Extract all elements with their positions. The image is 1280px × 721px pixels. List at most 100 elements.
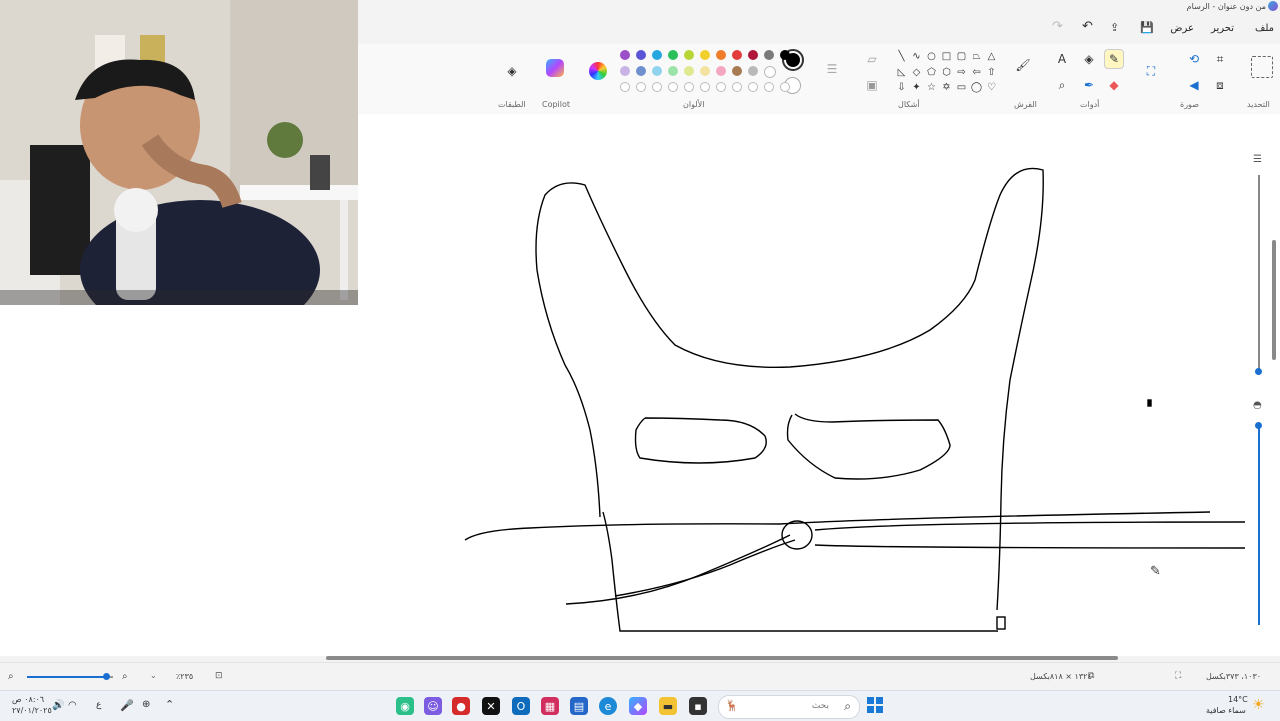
- color-swatch[interactable]: [700, 66, 710, 76]
- layers-icon[interactable]: ◈: [503, 62, 521, 80]
- brush-size-handle[interactable]: [1255, 368, 1262, 375]
- flip-icon[interactable]: ◀: [1185, 76, 1203, 94]
- diamond-shape-icon[interactable]: ◇: [910, 66, 923, 79]
- right-triangle-shape-icon[interactable]: ◺: [895, 66, 908, 79]
- vertical-scrollbar[interactable]: [1272, 240, 1276, 360]
- selection-tool-icon[interactable]: [1251, 56, 1273, 78]
- weather-sun-icon[interactable]: ☀: [1252, 697, 1265, 713]
- color-swatch[interactable]: [620, 50, 630, 60]
- color-swatch[interactable]: [652, 66, 662, 76]
- color-swatch[interactable]: [636, 50, 646, 60]
- color-swatch[interactable]: [732, 66, 742, 76]
- menu-view[interactable]: عرض: [1170, 23, 1194, 34]
- color-swatch[interactable]: [748, 50, 758, 60]
- custom-color-slot[interactable]: [700, 82, 710, 92]
- taskbar-app-edge-icon[interactable]: e: [599, 697, 617, 715]
- color-swatch[interactable]: [716, 66, 726, 76]
- rounded-rect-shape-icon[interactable]: ▢: [955, 50, 968, 63]
- down-arrow-shape-icon[interactable]: ⇩: [895, 81, 908, 94]
- magnifier-icon[interactable]: ⌕: [1053, 76, 1071, 94]
- custom-color-slot[interactable]: [684, 82, 694, 92]
- left-arrow-shape-icon[interactable]: ⇦: [970, 66, 983, 79]
- eraser-icon[interactable]: ◆: [1105, 76, 1123, 94]
- color-swatch[interactable]: [716, 50, 726, 60]
- crop-icon[interactable]: ⌗: [1211, 50, 1229, 68]
- opacity-track[interactable]: [1258, 425, 1260, 625]
- taskbar-app-copilot-icon[interactable]: ◆: [629, 697, 647, 715]
- color-swatch[interactable]: [700, 50, 710, 60]
- color-swatch[interactable]: [668, 66, 678, 76]
- network-tray-icon[interactable]: ⊕: [142, 699, 150, 710]
- panel-toggle-icon[interactable]: ☰: [1253, 154, 1262, 165]
- zoom-out-icon[interactable]: ⌕: [8, 671, 14, 682]
- taskbar-search-box[interactable]: 🦌 بحث ⌕: [718, 695, 860, 719]
- share-icon[interactable]: ⇪: [1110, 21, 1119, 34]
- custom-color-slot[interactable]: [732, 82, 742, 92]
- pencil-tool-icon[interactable]: ✎: [1104, 49, 1124, 69]
- right-arrow-shape-icon[interactable]: ⇨: [955, 66, 968, 79]
- taskbar-app-discord-icon[interactable]: ☺: [424, 697, 442, 715]
- shape-fill-icon[interactable]: ▣: [863, 76, 881, 94]
- opacity-handle[interactable]: [1255, 422, 1262, 429]
- redo-icon[interactable]: ↷: [1052, 19, 1063, 34]
- horizontal-scrollbar[interactable]: [326, 656, 1118, 660]
- edit-colors-icon[interactable]: [589, 62, 607, 80]
- polygon-shape-icon[interactable]: ⏢: [970, 50, 983, 63]
- taskbar-app-chrome-icon[interactable]: ◉: [396, 697, 414, 715]
- outline-icon[interactable]: ▱: [863, 50, 881, 68]
- language-indicator-icon[interactable]: ع: [96, 700, 101, 710]
- custom-color-slot[interactable]: [668, 82, 678, 92]
- copilot-icon[interactable]: [546, 59, 564, 77]
- weather-description[interactable]: سماء صافية: [1206, 706, 1246, 715]
- color-swatch[interactable]: [748, 66, 758, 76]
- color-swatch[interactable]: [780, 50, 790, 60]
- color-swatch[interactable]: [636, 66, 646, 76]
- clock-date[interactable]: ٢٧/٠١/٢٠٢٥: [12, 706, 52, 715]
- volume-icon[interactable]: 🔊: [52, 700, 64, 711]
- rectangle-shape-icon[interactable]: □: [940, 50, 953, 63]
- curve-shape-icon[interactable]: ∿: [910, 50, 923, 63]
- fill-bucket-icon[interactable]: ◈: [1080, 50, 1098, 68]
- star6-shape-icon[interactable]: ✡: [940, 81, 953, 94]
- line-shape-icon[interactable]: ╲: [895, 50, 908, 63]
- custom-color-slot[interactable]: [636, 82, 646, 92]
- rotate-icon[interactable]: ⟲: [1185, 50, 1203, 68]
- custom-color-slot[interactable]: [764, 82, 774, 92]
- text-tool-icon[interactable]: A: [1053, 50, 1071, 68]
- taskbar-app-obs-icon[interactable]: ●: [452, 697, 470, 715]
- taskbar-app-terminal-icon[interactable]: ▪: [689, 697, 707, 715]
- zoom-dropdown-chevron-icon[interactable]: ⌄: [150, 671, 157, 680]
- custom-color-slot[interactable]: [780, 82, 790, 92]
- hexagon-shape-icon[interactable]: ⬡: [940, 66, 953, 79]
- color-picker-icon[interactable]: ✒: [1080, 76, 1098, 94]
- custom-color-slot[interactable]: [716, 82, 726, 92]
- taskbar-app-file-explorer-icon[interactable]: ▬: [659, 697, 677, 715]
- menu-edit[interactable]: تحرير: [1211, 23, 1234, 34]
- color-swatch[interactable]: [652, 50, 662, 60]
- color-swatch[interactable]: [668, 50, 678, 60]
- shape-size-icon[interactable]: ☰: [823, 60, 841, 78]
- color-swatch[interactable]: [732, 50, 742, 60]
- color-swatch[interactable]: [684, 66, 694, 76]
- oval-shape-icon[interactable]: ○: [925, 50, 938, 63]
- star4-shape-icon[interactable]: ✦: [910, 81, 923, 94]
- drawing-canvas[interactable]: ✎: [358, 114, 1280, 656]
- pentagon-shape-icon[interactable]: ⬠: [925, 66, 938, 79]
- callout-rect-shape-icon[interactable]: ▭: [955, 81, 968, 94]
- color-swatch[interactable]: [764, 50, 774, 60]
- taskbar-app-store-icon[interactable]: ▤: [570, 697, 588, 715]
- star5-shape-icon[interactable]: ☆: [925, 81, 938, 94]
- color-swatch[interactable]: [620, 66, 630, 76]
- microphone-icon[interactable]: 🎤: [120, 699, 134, 712]
- undo-icon[interactable]: ↶: [1082, 19, 1093, 34]
- zoom-slider-handle[interactable]: [102, 673, 110, 680]
- wifi-icon[interactable]: ◠: [68, 700, 77, 711]
- taskbar-app-game-icon[interactable]: ▦: [541, 697, 559, 715]
- weather-temperature[interactable]: 14°C: [1228, 695, 1248, 704]
- zoom-percent[interactable]: ٪٢٣٥: [176, 672, 193, 681]
- brush-icon[interactable]: 🖌: [1014, 56, 1032, 74]
- tray-expand-chevron-icon[interactable]: ⌃: [165, 698, 174, 711]
- custom-color-slot[interactable]: [748, 82, 758, 92]
- color-swatch[interactable]: [764, 66, 776, 78]
- up-arrow-shape-icon[interactable]: ⇧: [985, 66, 998, 79]
